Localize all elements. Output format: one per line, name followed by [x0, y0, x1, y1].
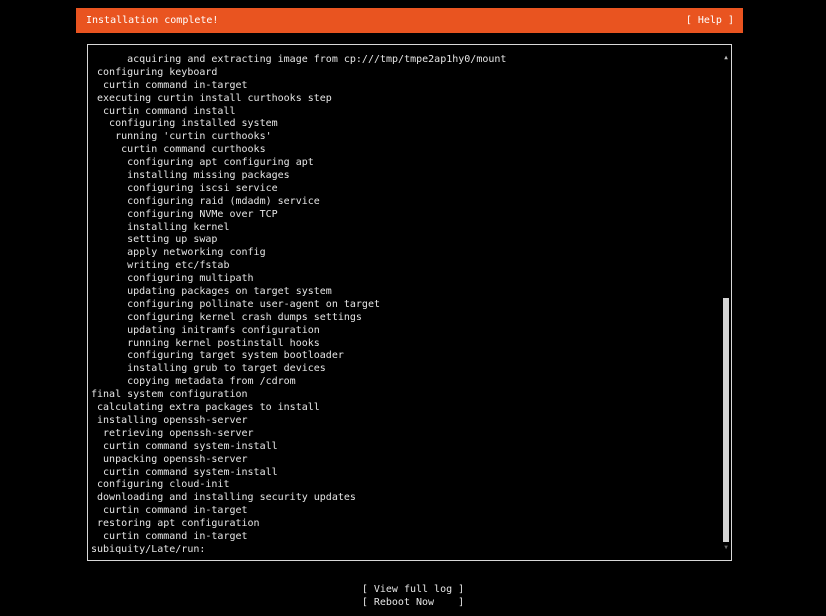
log-line: configuring keyboard	[91, 66, 218, 78]
log-line: curtin command system-install	[91, 440, 278, 452]
log-line: running 'curtin curthooks'	[91, 131, 272, 143]
log-line: unpacking openssh-server	[91, 453, 248, 465]
log-line: installing openssh-server	[91, 414, 248, 426]
log-line: installing missing packages	[91, 170, 290, 182]
log-line: configuring NVMe over TCP	[91, 208, 278, 220]
log-line: setting up swap	[91, 234, 218, 246]
log-line: configuring installed system	[91, 118, 278, 130]
log-line: configuring raid (mdadm) service	[91, 195, 320, 207]
page-title: Installation complete!	[86, 15, 219, 26]
log-line: copying metadata from /cdrom	[91, 376, 296, 388]
log-line: curtin command in-target	[91, 79, 248, 91]
log-line: downloading and installing security upda…	[91, 492, 356, 504]
log-line: configuring iscsi service	[91, 182, 278, 194]
log-line: calculating extra packages to install	[91, 402, 320, 414]
log-scrollbar[interactable]: ▲ ▼	[723, 55, 729, 551]
help-button[interactable]: [ Help ]	[686, 8, 734, 33]
scroll-up-arrow-icon[interactable]: ▲	[723, 55, 729, 61]
install-log: acquiring and extracting image from cp:/…	[91, 54, 506, 557]
log-line: restoring apt configuration	[91, 518, 260, 530]
log-line: retrieving openssh-server	[91, 427, 254, 439]
title-bar: Installation complete! [ Help ]	[76, 8, 743, 33]
install-log-panel[interactable]: acquiring and extracting image from cp:/…	[87, 44, 732, 561]
log-line: configuring pollinate user-agent on targ…	[91, 298, 380, 310]
log-line: updating packages on target system	[91, 286, 332, 298]
log-line: configuring apt configuring apt	[91, 157, 314, 169]
log-line: acquiring and extracting image from cp:/…	[91, 54, 507, 65]
log-line: configuring kernel crash dumps settings	[91, 311, 362, 323]
log-line: executing curtin install curthooks step	[91, 92, 332, 104]
log-line: configuring cloud-init	[91, 479, 230, 491]
scrollbar-thumb[interactable]	[723, 298, 729, 542]
log-line: final system configuration	[91, 389, 248, 401]
log-line: installing kernel	[91, 221, 230, 233]
log-line: curtin command in-target	[91, 505, 248, 517]
log-line: curtin command install	[91, 105, 236, 117]
log-line: configuring multipath	[91, 273, 254, 285]
log-line: running kernel postinstall hooks	[91, 337, 320, 349]
log-line: curtin command curthooks	[91, 144, 266, 156]
reboot-now-button[interactable]: [ Reboot Now ]	[0, 596, 826, 609]
action-buttons: [ View full log ] [ Reboot Now ]	[0, 583, 826, 609]
log-line: writing etc/fstab	[91, 260, 230, 272]
log-line: apply networking config	[91, 247, 266, 259]
log-line: installing grub to target devices	[91, 363, 326, 375]
log-line: curtin command system-install	[91, 466, 278, 478]
scroll-down-arrow-icon[interactable]: ▼	[723, 545, 729, 551]
view-full-log-button[interactable]: [ View full log ]	[0, 583, 826, 596]
log-line: curtin command in-target	[91, 530, 248, 542]
log-line: configuring target system bootloader	[91, 350, 344, 362]
log-line: subiquity/Late/run:	[91, 543, 206, 555]
log-line: updating initramfs configuration	[91, 324, 320, 336]
